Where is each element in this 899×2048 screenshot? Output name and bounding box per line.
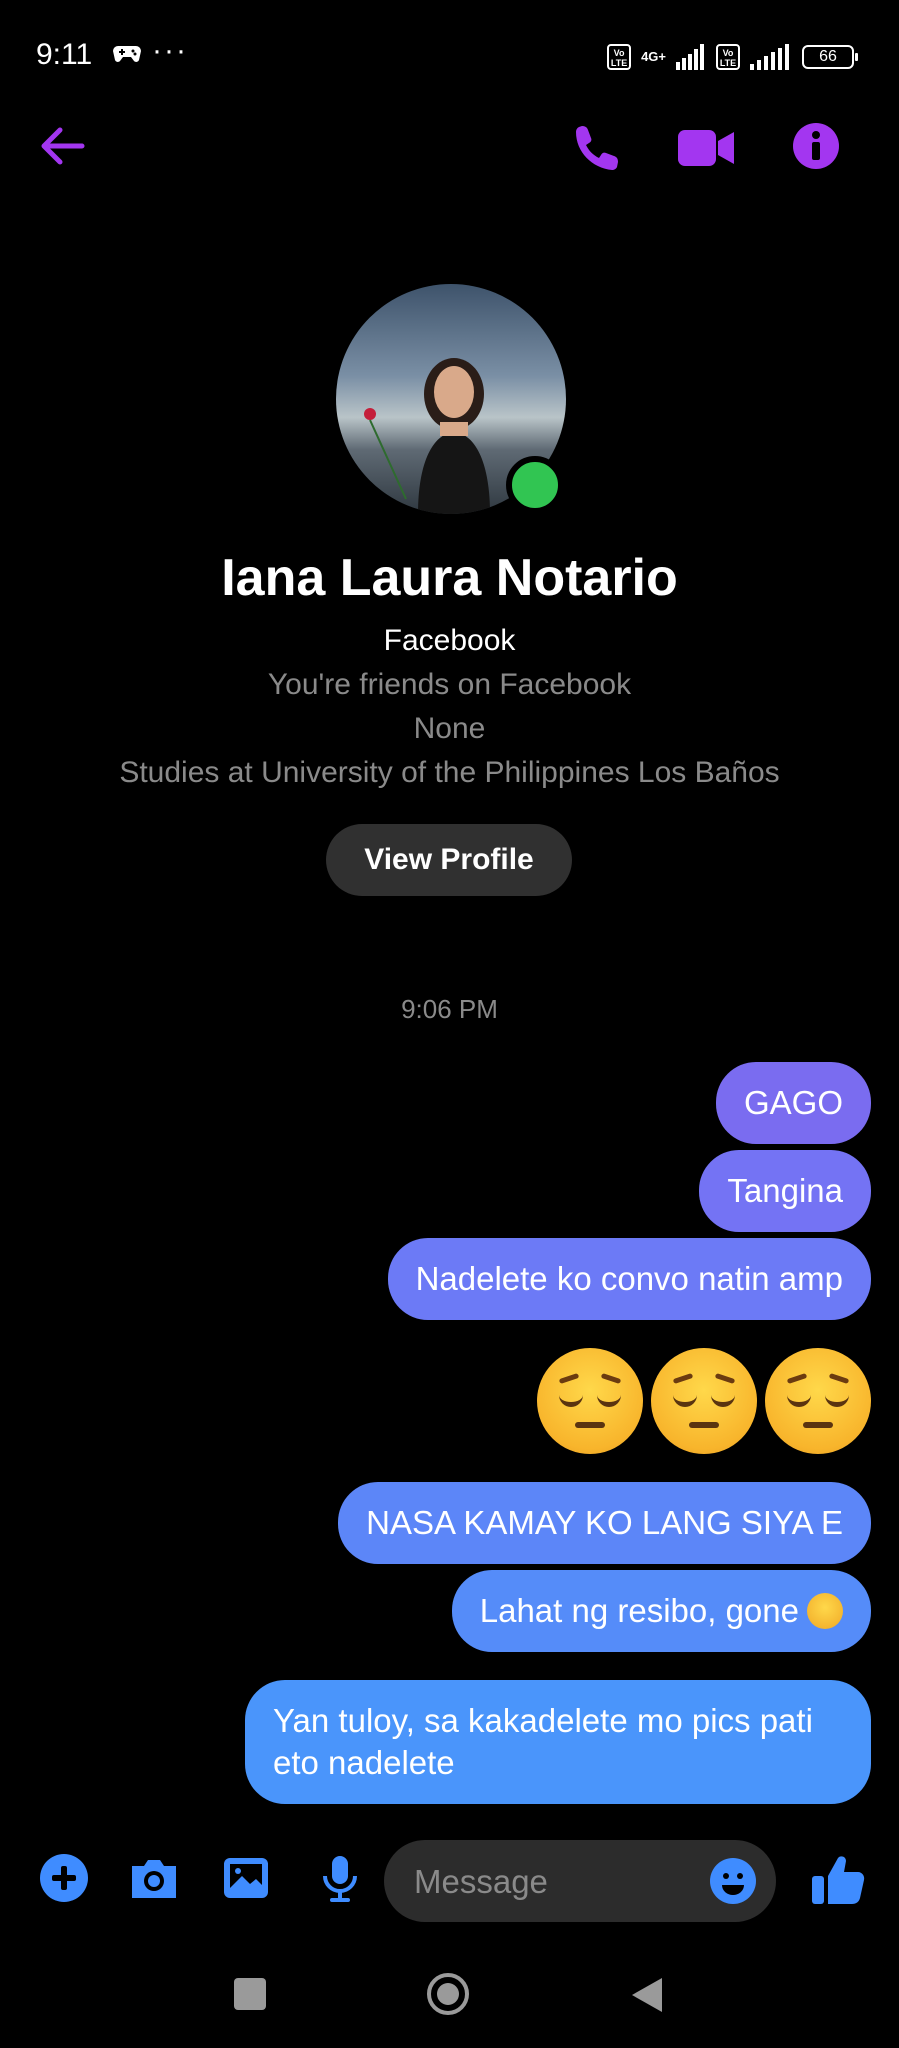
status-indicators: Vo LTE 4G+ Vo LTE 66 — [607, 40, 858, 74]
video-camera-icon[interactable] — [678, 126, 734, 170]
emoji-message[interactable]: 😔😔😔 — [537, 1348, 871, 1454]
camera-icon[interactable] — [128, 1852, 180, 1904]
message-timestamp: 9:06 PM — [401, 994, 498, 1024]
microphone-icon[interactable] — [314, 1852, 366, 1904]
recents-icon[interactable] — [234, 1978, 266, 2010]
back-arrow-icon[interactable] — [36, 120, 88, 172]
friend-status: You're friends on Facebook — [267, 668, 632, 701]
message-text: Lahat ng resibo, gone — [479, 1592, 799, 1629]
online-status-indicator — [506, 456, 564, 514]
pensive-face-emoji — [537, 1348, 643, 1454]
sent-message[interactable]: Yan tuloy, sa kakadelete mo pics pati et… — [245, 1680, 871, 1804]
info-icon[interactable] — [792, 122, 840, 170]
contact-name: Iana Laura Notario — [221, 549, 678, 607]
emoji-message-text: 😔😔😔 — [537, 1348, 538, 1349]
sent-message[interactable]: Tangina — [699, 1150, 871, 1232]
home-icon[interactable] — [426, 1972, 470, 2016]
view-profile-button[interactable]: View Profile — [326, 824, 572, 896]
message-input[interactable] — [412, 1850, 706, 1914]
gallery-icon[interactable] — [220, 1852, 272, 1904]
game-controller-icon — [113, 46, 141, 62]
sent-message[interactable]: Nadelete ko convo natin amp — [387, 1238, 871, 1320]
sent-message[interactable]: GAGO — [715, 1062, 871, 1144]
education-info: Studies at University of the Philippines… — [119, 756, 780, 789]
thumbs-up-icon[interactable] — [810, 1852, 866, 1908]
volte-badge-1: Vo LTE — [607, 44, 632, 70]
emoji-icon[interactable] — [708, 1856, 758, 1906]
sent-message[interactable]: NASA KAMAY KO LANG SIYA E — [338, 1482, 871, 1564]
sent-message[interactable]: Lahat ng resibo, gone — [451, 1570, 871, 1652]
volte-badge-2: Vo LTE — [716, 44, 740, 70]
pensive-face-emoji — [765, 1348, 871, 1454]
status-time: 9:11 — [36, 38, 93, 71]
back-icon[interactable] — [630, 1976, 664, 2014]
plus-icon[interactable] — [38, 1852, 90, 1904]
phone-icon[interactable] — [572, 122, 622, 172]
pensive-face-emoji — [807, 1593, 843, 1629]
battery-icon: 66 — [802, 45, 858, 69]
notification-dots: ··· — [152, 34, 188, 67]
pensive-face-emoji — [651, 1348, 757, 1454]
profile-info-line: None — [413, 712, 486, 745]
signal-icon — [676, 44, 704, 70]
signal-icon-2 — [750, 44, 789, 70]
platform-label: Facebook — [383, 624, 516, 657]
network-type: 4G+ — [641, 49, 666, 64]
